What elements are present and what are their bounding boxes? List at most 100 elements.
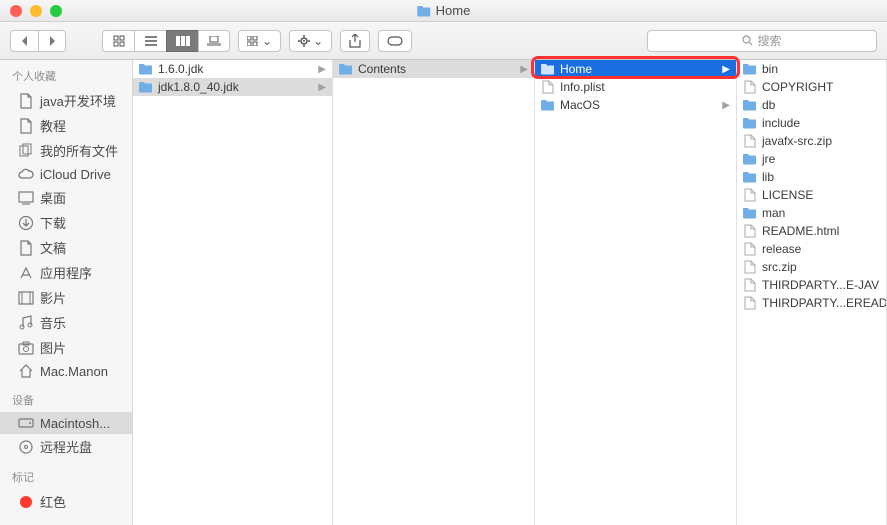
sidebar-item[interactable]: 我的所有文件 (0, 138, 132, 163)
sidebar-item-label: Mac.Manon (40, 364, 108, 379)
action-button[interactable]: ⌄ (289, 30, 332, 52)
doc-icon (18, 118, 34, 134)
folder-icon (417, 5, 431, 17)
item-label: javafx-src.zip (762, 134, 832, 148)
tag-button[interactable] (378, 30, 412, 52)
maximize-window-button[interactable] (50, 5, 62, 17)
chevron-right-icon: ▶ (722, 64, 730, 75)
folder-icon (743, 98, 757, 112)
file-item[interactable]: src.zip (737, 258, 886, 276)
search-placeholder: 搜索 (757, 32, 781, 49)
minimize-window-button[interactable] (30, 5, 42, 17)
folder-item[interactable]: Contents▶ (333, 60, 534, 78)
view-mode-group (102, 30, 230, 52)
sidebar-item[interactable]: 音乐 (0, 310, 132, 335)
sidebar-item[interactable]: iCloud Drive (0, 163, 132, 185)
columns-area: 1.6.0.jdk▶jdk1.8.0_40.jdk▶Contents▶Home▶… (133, 60, 887, 525)
sidebar-item[interactable]: java开发环境 (0, 88, 132, 113)
app-icon (18, 265, 34, 281)
hdd-icon (18, 415, 34, 431)
file-item[interactable]: COPYRIGHT (737, 78, 886, 96)
file-icon (743, 80, 757, 94)
item-label: Contents (358, 62, 406, 76)
file-icon (743, 296, 757, 310)
folder-icon (743, 152, 757, 166)
share-button[interactable] (340, 30, 370, 52)
column-1: Contents▶ (333, 60, 535, 525)
folder-item[interactable]: 1.6.0.jdk ▶ (133, 60, 332, 78)
item-label: Info.plist (560, 80, 605, 94)
sidebar-item[interactable]: Macintosh... (0, 412, 132, 434)
item-label: README.html (762, 224, 839, 238)
sidebar-item-label: Macintosh... (40, 416, 110, 431)
sidebar-item[interactable]: 应用程序 (0, 260, 132, 285)
sidebar-item[interactable]: 教程 (0, 113, 132, 138)
folder-item[interactable]: lib (737, 168, 886, 186)
item-label: THIRDPARTY...EREAD (762, 296, 887, 310)
window-title: Home (417, 3, 471, 18)
home-icon (18, 363, 34, 379)
file-item[interactable]: Info.plist (535, 78, 736, 96)
back-button[interactable] (10, 30, 38, 52)
column-2: Home▶ Info.plist MacOS▶ (535, 60, 737, 525)
sidebar-item[interactable]: 远程光盘 (0, 434, 132, 459)
icon-view-button[interactable] (102, 30, 134, 52)
folder-item[interactable]: Home▶ (535, 60, 736, 78)
sidebar-item[interactable]: 文稿 (0, 235, 132, 260)
sidebar-item-label: java开发环境 (40, 91, 116, 110)
item-label: THIRDPARTY...E-JAV (762, 278, 879, 292)
column-3: bin COPYRIGHTdbinclude javafx-src.zip jreli… (737, 60, 887, 525)
item-label: man (762, 206, 785, 220)
file-item[interactable]: THIRDPARTY...E-JAV (737, 276, 886, 294)
column-view-button[interactable] (166, 30, 198, 52)
folder-item[interactable]: MacOS▶ (535, 96, 736, 114)
arrange-button[interactable]: ⌄ (238, 30, 281, 52)
folder-icon (541, 62, 555, 76)
sidebar-item[interactable]: 图片 (0, 335, 132, 360)
search-icon (742, 35, 753, 46)
folder-item[interactable]: jdk1.8.0_40.jdk▶ (133, 78, 332, 96)
file-icon (743, 188, 757, 202)
folder-item[interactable]: bin (737, 60, 886, 78)
sidebar-section-header: 设备 (0, 390, 132, 412)
file-item[interactable]: LICENSE (737, 186, 886, 204)
sidebar-item[interactable]: 下载 (0, 210, 132, 235)
sidebar-item[interactable]: 桌面 (0, 185, 132, 210)
sidebar-item-label: 文稿 (40, 238, 66, 257)
folder-item[interactable]: jre (737, 150, 886, 168)
sidebar-item-label: 远程光盘 (40, 437, 92, 456)
doc-icon (18, 93, 34, 109)
folder-item[interactable]: db (737, 96, 886, 114)
file-item[interactable]: release (737, 240, 886, 258)
coverflow-view-button[interactable] (198, 30, 230, 52)
item-label: LICENSE (762, 188, 813, 202)
item-label: bin (762, 62, 778, 76)
sidebar-item-label: 下载 (40, 213, 66, 232)
search-input[interactable]: 搜索 (647, 30, 877, 52)
folder-item[interactable]: man (737, 204, 886, 222)
file-item[interactable]: README.html (737, 222, 886, 240)
disc-icon (18, 439, 34, 455)
list-view-button[interactable] (134, 30, 166, 52)
sidebar-item[interactable]: 红色 (0, 489, 132, 514)
sidebar-item[interactable]: 影片 (0, 285, 132, 310)
sidebar-item-label: iCloud Drive (40, 167, 111, 182)
folder-item[interactable]: include (737, 114, 886, 132)
music-icon (18, 315, 34, 331)
forward-button[interactable] (38, 30, 66, 52)
sidebar-item-label: 音乐 (40, 313, 66, 332)
sidebar-section-header: 标记 (0, 467, 132, 489)
item-label: src.zip (762, 260, 797, 274)
cloud-icon (18, 166, 34, 182)
item-label: 1.6.0.jdk (158, 62, 203, 76)
folder-icon (743, 62, 757, 76)
all-icon (18, 143, 34, 159)
file-icon (743, 134, 757, 148)
file-item[interactable]: javafx-src.zip (737, 132, 886, 150)
close-window-button[interactable] (10, 5, 22, 17)
file-item[interactable]: THIRDPARTY...EREAD (737, 294, 886, 312)
chevron-right-icon: ▶ (318, 64, 326, 75)
sidebar-item[interactable]: Mac.Manon (0, 360, 132, 382)
file-icon (541, 80, 555, 94)
sidebar: 个人收藏java开发环境教程我的所有文件iCloud Drive桌面下载文稿应用… (0, 60, 133, 525)
